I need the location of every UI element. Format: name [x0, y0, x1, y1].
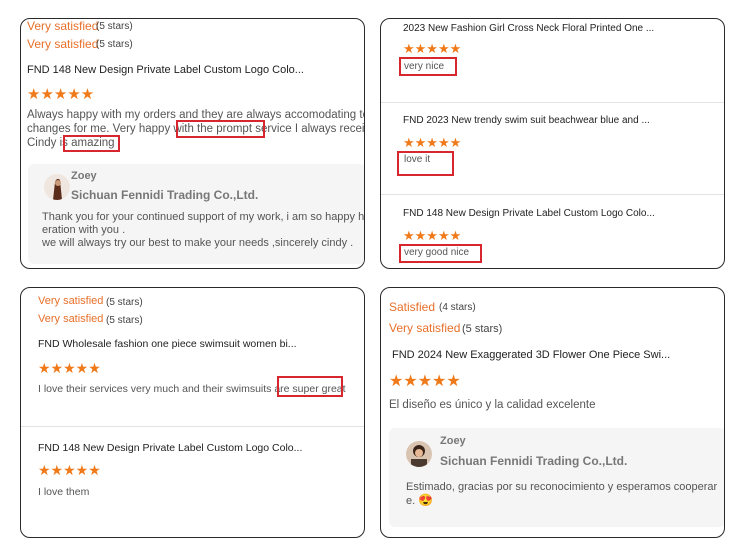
highlight-box: [399, 57, 457, 76]
review-card-bottom-left: Very satisfied (5 stars) Very satisfied …: [20, 287, 365, 538]
product-title[interactable]: FND 148 New Design Private Label Custom …: [27, 64, 304, 76]
reply-text-line: e.: [406, 495, 416, 507]
reply-name: Zoey: [440, 435, 466, 447]
rating-label: Satisfied: [389, 300, 436, 314]
star-rating: ★★★★★: [38, 462, 101, 478]
product-title[interactable]: FND Wholesale fashion one piece swimsuit…: [38, 338, 297, 350]
review-card-top-right: 2023 New Fashion Girl Cross Neck Floral …: [380, 18, 725, 269]
divider: [21, 426, 364, 427]
reply-name: Zoey: [71, 170, 97, 182]
product-title[interactable]: FND 2024 New Exaggerated 3D Flower One P…: [392, 349, 670, 361]
review-text: I love them: [38, 486, 90, 498]
avatar: [406, 441, 432, 467]
star-rating: ★★★★★: [27, 86, 95, 103]
reply-shop[interactable]: Sichuan Fennidi Trading Co.,Ltd.: [440, 454, 627, 468]
rating-label: Very satisfied: [27, 19, 99, 33]
rating-count: (5 stars): [96, 39, 133, 50]
reply-shop[interactable]: Sichuan Fennidi Trading Co.,Ltd.: [71, 188, 258, 202]
highlight-box: [176, 120, 265, 138]
highlight-box: [399, 244, 482, 263]
product-title[interactable]: 2023 New Fashion Girl Cross Neck Floral …: [403, 23, 654, 34]
reply-text-line: eration with you .: [42, 224, 126, 236]
reply-text-line: Thank you for your continued support of …: [42, 211, 365, 223]
review-text: El diseño es único y la calidad excelent…: [389, 399, 596, 411]
rating-count: (5 stars): [106, 315, 143, 326]
star-rating: ★★★★★: [389, 373, 461, 390]
rating-count: (5 stars): [96, 21, 133, 32]
star-rating: ★★★★★: [38, 360, 101, 376]
highlight-box: [397, 151, 454, 176]
reply-text-line: we will always try our best to make your…: [42, 237, 354, 249]
rating-label: Very satisfied: [389, 321, 461, 335]
star-rating: ★★★★★: [403, 228, 462, 243]
seller-reply: Zoey Sichuan Fennidi Trading Co.,Ltd. Es…: [389, 428, 724, 527]
highlight-box: [277, 376, 343, 397]
rating-count: (4 stars): [439, 302, 476, 313]
highlight-box: [63, 135, 120, 152]
rating-count: (5 stars): [106, 297, 143, 308]
review-card-bottom-right: Satisfied (4 stars) Very satisfied (5 st…: [380, 287, 725, 538]
smile-heart-eyes-icon: 😍: [418, 493, 433, 507]
rating-count: (5 stars): [462, 323, 503, 335]
divider: [381, 194, 724, 195]
product-title[interactable]: FND 148 New Design Private Label Custom …: [403, 208, 655, 219]
product-title[interactable]: FND 148 New Design Private Label Custom …: [38, 442, 302, 454]
avatar: [44, 174, 70, 200]
rating-label: Very satisfied: [38, 313, 104, 325]
star-rating: ★★★★★: [403, 135, 462, 150]
rating-label: Very satisfied: [38, 295, 104, 307]
rating-label: Very satisfied: [27, 37, 99, 51]
star-rating: ★★★★★: [403, 41, 462, 56]
review-card-top-left: Very satisfied (5 stars) Very satisfied …: [20, 18, 365, 269]
seller-reply: Zoey Sichuan Fennidi Trading Co.,Ltd. Th…: [28, 164, 365, 264]
reply-text-line: Estimado, gracias por su reconocimiento …: [406, 481, 718, 493]
divider: [381, 102, 724, 103]
product-title[interactable]: FND 2023 New trendy swim suit beachwear …: [403, 115, 650, 126]
